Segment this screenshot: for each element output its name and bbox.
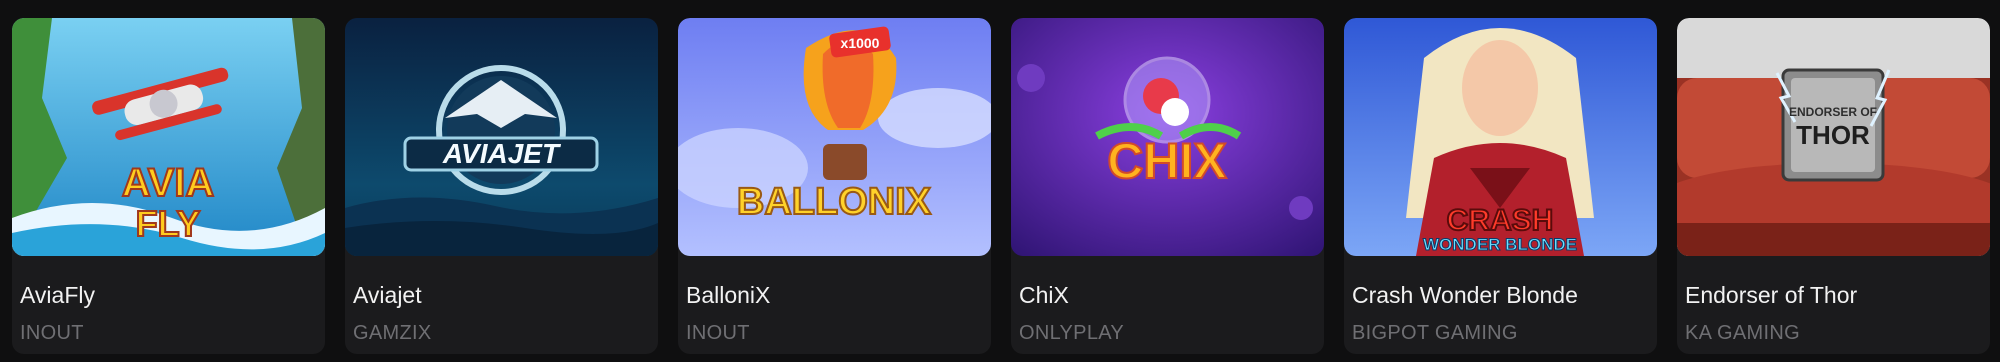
game-thumbnail[interactable]: CHIX [1011, 18, 1324, 256]
svg-text:THOR: THOR [1796, 120, 1870, 150]
lightning-icon: ENDORSER OF THOR [1677, 18, 1990, 256]
game-card-chix[interactable]: CHIX ChiX ONLYPLAY [1011, 18, 1324, 354]
svg-text:AVIA: AVIA [122, 161, 215, 205]
game-grid: AVIA FLY AviaFly INOUT AVIAJET Aviajet G… [12, 18, 1990, 354]
svg-text:ENDORSER OF: ENDORSER OF [1789, 105, 1877, 119]
game-card-aviajet[interactable]: AVIAJET Aviajet GAMZIX [345, 18, 658, 354]
game-card-ballonix[interactable]: x1000 BALLONIX BalloniX INOUT [678, 18, 991, 354]
game-provider: INOUT [20, 322, 84, 344]
game-provider: KA GAMING [1685, 322, 1800, 344]
svg-text:CHIX: CHIX [1107, 133, 1226, 189]
game-title[interactable]: Endorser of Thor [1685, 281, 1982, 309]
game-card-aviafly[interactable]: AVIA FLY AviaFly INOUT [12, 18, 325, 354]
game-title[interactable]: Crash Wonder Blonde [1352, 281, 1649, 309]
svg-text:FLY: FLY [136, 203, 201, 244]
game-title[interactable]: Aviajet [353, 281, 650, 309]
game-provider: INOUT [686, 322, 750, 344]
game-card-endorser-of-thor[interactable]: ENDORSER OF THOR Endorser of Thor KA GAM… [1677, 18, 1990, 354]
game-title[interactable]: BalloniX [686, 281, 983, 309]
svg-text:CRASH: CRASH [1447, 204, 1554, 237]
airplane-icon: AVIA FLY [12, 18, 325, 256]
game-thumbnail[interactable]: AVIA FLY [12, 18, 325, 256]
game-thumbnail[interactable]: CRASH WONDER BLONDE [1344, 18, 1657, 256]
game-title[interactable]: AviaFly [20, 281, 317, 309]
game-title[interactable]: ChiX [1019, 281, 1316, 309]
svg-text:WONDER BLONDE: WONDER BLONDE [1423, 235, 1577, 254]
game-provider: ONLYPLAY [1019, 322, 1125, 344]
game-provider: BIGPOT GAMING [1352, 322, 1518, 344]
hot-air-balloon-icon: x1000 BALLONIX [678, 18, 991, 256]
svg-text:BALLONIX: BALLONIX [737, 181, 932, 223]
game-provider: GAMZIX [353, 322, 432, 344]
game-thumbnail[interactable]: ENDORSER OF THOR [1677, 18, 1990, 256]
game-card-crash-wonder-blonde[interactable]: CRASH WONDER BLONDE Crash Wonder Blonde … [1344, 18, 1657, 354]
jet-icon: AVIAJET [345, 18, 658, 256]
svg-text:AVIAJET: AVIAJET [442, 138, 562, 169]
svg-text:x1000: x1000 [841, 35, 880, 51]
heroine-icon: CRASH WONDER BLONDE [1344, 18, 1657, 256]
chicken-icon: CHIX [1011, 18, 1324, 256]
game-thumbnail[interactable]: x1000 BALLONIX [678, 18, 991, 256]
game-thumbnail[interactable]: AVIAJET [345, 18, 658, 256]
